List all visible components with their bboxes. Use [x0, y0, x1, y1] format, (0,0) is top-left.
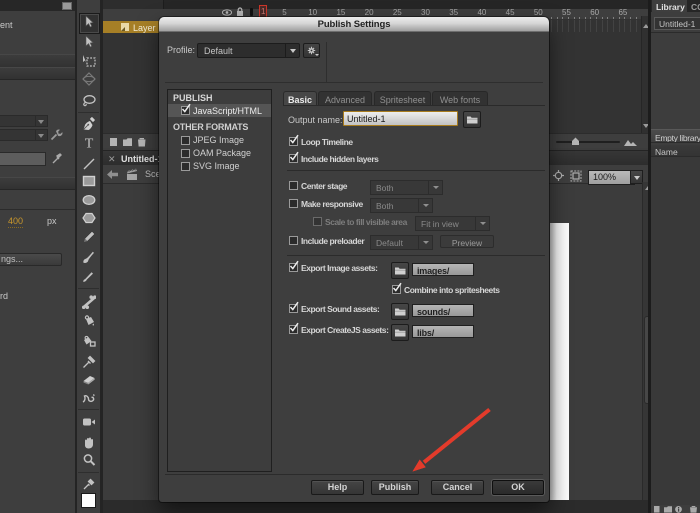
svg-text:T: T [85, 137, 94, 151]
